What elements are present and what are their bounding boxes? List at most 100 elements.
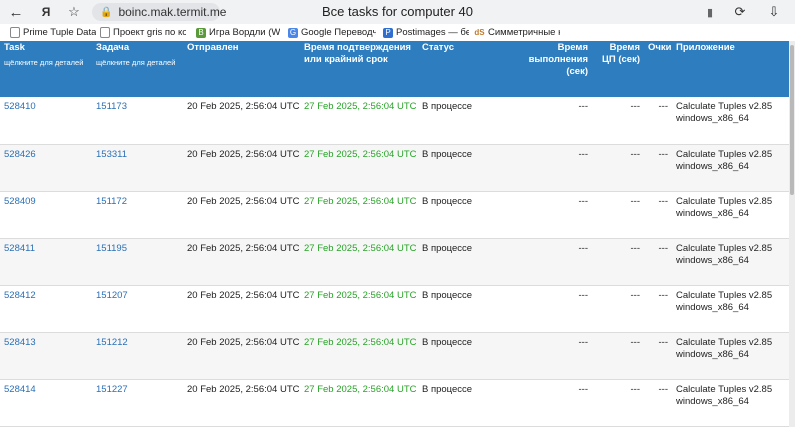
header-sent[interactable]: Отправлен — [183, 41, 300, 97]
app-name: Calculate Tuples v2.85 windows_x86_64 — [672, 379, 795, 427]
bookmark-symmetric[interactable]: dS Симметричные к — [474, 26, 560, 39]
deadline-time: 27 Feb 2025, 2:56:04 UTC — [300, 379, 418, 427]
deadline-time: 27 Feb 2025, 2:56:04 UTC — [300, 144, 418, 192]
cpu-time: --- — [592, 191, 644, 239]
bookmark-prime-tuple[interactable]: Prime Tuple Datab — [10, 26, 96, 39]
task-status: В процессе — [418, 191, 508, 239]
deadline-time: 27 Feb 2025, 2:56:04 UTC — [300, 285, 418, 333]
table-header-row: Task щёлкните для деталей Задача щёлкните … — [0, 41, 795, 97]
bookmark-label: Postimages — бес — [396, 27, 469, 38]
bookmark-wordle[interactable]: B Игра Вордли (Wo — [196, 26, 280, 39]
cpu-time: --- — [592, 238, 644, 286]
table-row: 528409 151172 20 Feb 2025, 2:56:04 UTC 27 F… — [0, 191, 795, 239]
bookmark-gris-project[interactable]: Проект gris по ко — [100, 26, 186, 39]
header-job[interactable]: Задача щёлкните для деталей — [92, 41, 183, 97]
bookmark-label: Игра Вордли (Wo — [209, 27, 280, 38]
table-row: 528412 151207 20 Feb 2025, 2:56:04 UTC 27 F… — [0, 285, 795, 333]
header-run-time[interactable]: Время выполнения (сек) — [508, 41, 592, 97]
header-deadline[interactable]: Время подтверждения или крайний срок — [300, 41, 418, 97]
run-time: --- — [508, 191, 592, 239]
b-icon: B — [196, 27, 206, 38]
tasks-table: Task щёлкните для деталей Задача щёлкните … — [0, 41, 795, 427]
table-row: 528413 151212 20 Feb 2025, 2:56:04 UTC 27 F… — [0, 332, 795, 380]
ds-icon: dS — [474, 27, 485, 38]
task-id-link[interactable]: 528426 — [0, 144, 92, 192]
bookmarks-bar: Prime Tuple Datab Проект gris по ко B Иг… — [0, 24, 795, 42]
browser-toolbar: ← Я ☆ 🔒 boinc.mak.termit.me Все tasks fo… — [0, 0, 795, 24]
job-id-link[interactable]: 151173 — [92, 97, 183, 145]
back-arrow-icon[interactable]: ← — [6, 2, 26, 22]
app-name: Calculate Tuples v2.85 windows_x86_64 — [672, 191, 795, 239]
job-id-link[interactable]: 151212 — [92, 332, 183, 380]
deadline-time: 27 Feb 2025, 2:56:04 UTC — [300, 97, 418, 145]
document-icon — [100, 27, 110, 38]
page-scrollbar[interactable] — [789, 41, 795, 427]
task-id-link[interactable]: 528410 — [0, 97, 92, 145]
credit: --- — [644, 144, 672, 192]
header-task-label: Task — [4, 42, 25, 53]
header-job-hint: щёлкните для деталей — [96, 58, 176, 67]
run-time: --- — [508, 332, 592, 380]
credit: --- — [644, 97, 672, 145]
header-credit[interactable]: Очки — [644, 41, 672, 97]
cpu-time: --- — [592, 332, 644, 380]
scrollbar-thumb[interactable] — [790, 45, 794, 195]
header-cpu-time[interactable]: Время ЦП (сек) — [592, 41, 644, 97]
run-time: --- — [508, 379, 592, 427]
header-task[interactable]: Task щёлкните для деталей — [0, 41, 92, 97]
table-row: 528410 151173 20 Feb 2025, 2:56:04 UTC 27 F… — [0, 97, 795, 145]
bookmark-label: Prime Tuple Datab — [23, 27, 96, 38]
header-app[interactable]: Приложение — [672, 41, 795, 97]
sent-time: 20 Feb 2025, 2:56:04 UTC — [183, 97, 300, 145]
run-time: --- — [508, 285, 592, 333]
sent-time: 20 Feb 2025, 2:56:04 UTC — [183, 144, 300, 192]
job-id-link[interactable]: 151207 — [92, 285, 183, 333]
lock-icon: 🔒 — [100, 6, 113, 18]
app-name: Calculate Tuples v2.85 windows_x86_64 — [672, 238, 795, 286]
job-id-link[interactable]: 151227 — [92, 379, 183, 427]
table-row: 528411 151195 20 Feb 2025, 2:56:04 UTC 27 F… — [0, 238, 795, 286]
app-name: Calculate Tuples v2.85 windows_x86_64 — [672, 144, 795, 192]
credit: --- — [644, 238, 672, 286]
task-status: В процессе — [418, 238, 508, 286]
sent-time: 20 Feb 2025, 2:56:04 UTC — [183, 332, 300, 380]
reload-icon[interactable]: ⟳ — [730, 2, 750, 22]
task-id-link[interactable]: 528411 — [0, 238, 92, 286]
bookmark-page-icon[interactable]: ▮ — [700, 2, 720, 22]
p-icon: P — [383, 27, 393, 38]
job-id-link[interactable]: 151172 — [92, 191, 183, 239]
star-icon[interactable]: ☆ — [64, 2, 84, 22]
task-status: В процессе — [418, 144, 508, 192]
bookmark-google-translate[interactable]: G Google Переводч — [288, 26, 376, 39]
address-bar[interactable]: 🔒 boinc.mak.termit.me — [92, 3, 226, 21]
task-status: В процессе — [418, 379, 508, 427]
sent-time: 20 Feb 2025, 2:56:04 UTC — [183, 191, 300, 239]
sent-time: 20 Feb 2025, 2:56:04 UTC — [183, 379, 300, 427]
credit: --- — [644, 379, 672, 427]
task-id-link[interactable]: 528413 — [0, 332, 92, 380]
document-icon — [10, 27, 20, 38]
header-job-label: Задача — [96, 42, 130, 53]
header-task-hint: щёлкните для деталей — [4, 58, 84, 67]
run-time: --- — [508, 238, 592, 286]
deadline-time: 27 Feb 2025, 2:56:04 UTC — [300, 238, 418, 286]
job-id-link[interactable]: 151195 — [92, 238, 183, 286]
bookmark-postimages[interactable]: P Postimages — бес — [383, 26, 469, 39]
translate-icon: G — [288, 27, 298, 38]
cpu-time: --- — [592, 97, 644, 145]
job-id-link[interactable]: 153311 — [92, 144, 183, 192]
cpu-time: --- — [592, 379, 644, 427]
header-status[interactable]: Статус — [418, 41, 508, 97]
task-id-link[interactable]: 528414 — [0, 379, 92, 427]
task-id-link[interactable]: 528409 — [0, 191, 92, 239]
downloads-icon[interactable]: ⇩ — [764, 2, 784, 22]
task-id-link[interactable]: 528412 — [0, 285, 92, 333]
sent-time: 20 Feb 2025, 2:56:04 UTC — [183, 238, 300, 286]
run-time: --- — [508, 97, 592, 145]
deadline-time: 27 Feb 2025, 2:56:04 UTC — [300, 332, 418, 380]
sent-time: 20 Feb 2025, 2:56:04 UTC — [183, 285, 300, 333]
credit: --- — [644, 332, 672, 380]
table-row: 528414 151227 20 Feb 2025, 2:56:04 UTC 27 F… — [0, 379, 795, 427]
yandex-logo-icon[interactable]: Я — [36, 2, 56, 22]
app-name: Calculate Tuples v2.85 windows_x86_64 — [672, 97, 795, 145]
